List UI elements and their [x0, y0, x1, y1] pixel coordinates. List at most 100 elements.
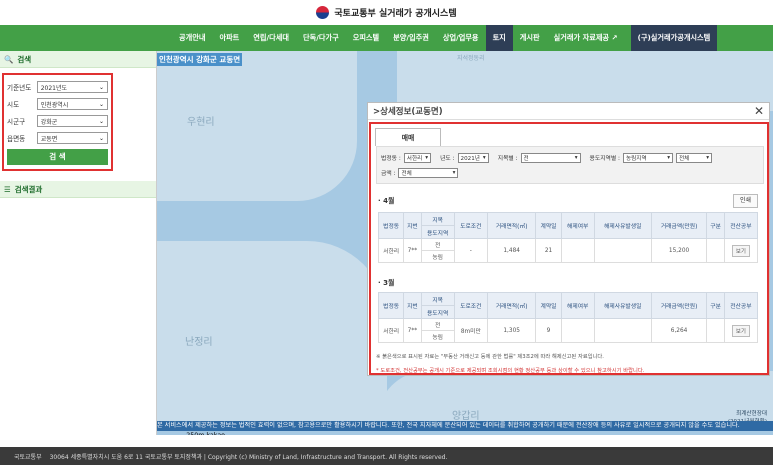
cell-jibun: 7**: [403, 318, 422, 343]
col-jibun: 지번: [403, 292, 422, 319]
field-county: 시군구 강화군 ⌄: [7, 113, 108, 129]
cell-jimok: 전: [420, 238, 455, 251]
results-panel-header: ☰ 검색결과: [0, 181, 156, 198]
filter-use-sub-select[interactable]: 전체 ▾: [676, 152, 712, 163]
cell-sign: 보기: [723, 238, 759, 263]
tab-sale[interactable]: 매매: [375, 128, 441, 146]
col-sign: 전산공부: [723, 212, 759, 239]
filter-value: 서한리: [406, 155, 423, 162]
col-day: 계약일: [535, 212, 562, 239]
credit-line: 최계산현장대: [736, 411, 767, 417]
cell-type: [706, 318, 725, 343]
filter-price-label: 금액 :: [381, 171, 396, 177]
cell-day: 21: [535, 238, 562, 263]
town-select[interactable]: 교동면 ⌄: [36, 132, 108, 144]
nav-item-apartment[interactable]: 아파트: [212, 25, 246, 51]
province-value: 인천광역시: [40, 101, 69, 109]
nav-item-multi-house[interactable]: 연립/다세대: [246, 25, 296, 51]
nav-item-commercial[interactable]: 상업/업무용: [436, 25, 486, 51]
footer-org: 국토교통부: [14, 453, 42, 461]
search-panel-header: 🔍 검색: [0, 51, 156, 68]
cell-road: 8m미만: [453, 318, 488, 343]
col-cancel-date: 해제사유발생일: [593, 292, 652, 319]
cell-dong: 서한리: [377, 318, 405, 343]
filter-year-select[interactable]: 2021년 ▾: [457, 152, 489, 163]
cell-cancel: [560, 238, 595, 263]
search-icon: 🔍: [4, 54, 14, 64]
cell-road: -: [453, 238, 488, 263]
filter-jimok-label: 지목별 :: [497, 156, 518, 162]
close-icon[interactable]: ✕: [754, 104, 764, 118]
filter-row: 금액 : 전체 ▾: [381, 165, 759, 180]
cell-price: 6,264: [650, 318, 708, 343]
province-select[interactable]: 인천광역시 ⌄: [36, 98, 108, 110]
view-button[interactable]: 보기: [731, 244, 750, 257]
year-value: 2021년도: [40, 84, 67, 92]
field-town: 읍면동 교동면 ⌄: [7, 130, 108, 146]
col-jibun: 지번: [403, 212, 422, 239]
table-row: 서한리 7** 전 8m미만 1,305 9 6,264 보기: [377, 318, 759, 343]
map-brand: kakao: [206, 432, 225, 435]
cell-sign: 보기: [723, 318, 759, 343]
filter-jimok-select[interactable]: 전 ▾: [520, 152, 581, 163]
main-nav: 공개안내 아파트 연립/다세대 단독/다가구 오피스텔 분양/입주권 상업/업무…: [0, 25, 773, 51]
chevron-down-icon: ⌄: [98, 100, 104, 108]
filter-use-select[interactable]: 농림지역 ▾: [623, 152, 673, 163]
year-label: 기준년도: [7, 84, 32, 92]
nav-item-detached[interactable]: 단독/다가구: [296, 25, 346, 51]
county-label: 시군구: [7, 118, 26, 126]
nav-item-board[interactable]: 게시판: [513, 25, 547, 51]
col-road: 도로조건: [453, 212, 488, 239]
region-label: 인천광역시 강화군 교동면: [157, 53, 243, 66]
map-place-label: 지석정동리: [457, 55, 485, 62]
popup-title: >상세정보(교동면): [373, 107, 443, 117]
chevron-down-icon: ⌄: [98, 134, 104, 142]
map-land: [377, 371, 773, 421]
col-use: 용도지역: [420, 225, 455, 239]
col-cancel-date: 해제사유발생일: [593, 212, 652, 239]
cell-dong: 서한리: [377, 238, 405, 263]
col-sign: 전산공부: [723, 292, 759, 319]
col-road: 도로조건: [453, 292, 488, 319]
col-area: 거래면적(㎡): [486, 212, 537, 239]
county-value: 강화군: [40, 118, 58, 126]
results-panel-title: 검색결과: [14, 184, 43, 194]
filter-value: 전: [523, 155, 529, 162]
county-select[interactable]: 강화군 ⌄: [36, 115, 108, 127]
list-icon: ☰: [4, 184, 11, 194]
print-button[interactable]: 인쇄: [733, 194, 758, 208]
cell-use: 농림: [420, 250, 455, 263]
filter-dong-select[interactable]: 서한리 ▾: [403, 152, 432, 163]
filter-price-select[interactable]: 전체 ▾: [398, 167, 459, 178]
cell-area: 1,484: [486, 238, 537, 263]
site-title[interactable]: 국토교통부 실거래가 공개시스템: [334, 6, 456, 19]
nav-item-officetel[interactable]: 오피스텔: [346, 25, 386, 51]
filter-use-label: 용도지역별 :: [589, 156, 620, 162]
popup-title-text: 상세정보(교동면): [380, 107, 443, 117]
cell-jimok: 전: [420, 318, 455, 331]
chevron-down-icon: ⌄: [98, 83, 104, 91]
col-use: 용도지역: [420, 305, 455, 319]
map-land: [157, 241, 387, 421]
nav-item-info[interactable]: 공개안내: [172, 25, 212, 51]
nav-item-legacy-system[interactable]: (구)실거래가공개시스템: [630, 25, 718, 51]
col-day: 계약일: [535, 292, 562, 319]
field-province: 시도 인천광역시 ⌄: [7, 96, 108, 112]
province-label: 시도: [7, 101, 20, 109]
cell-cancel-date: [593, 238, 652, 263]
view-button[interactable]: 보기: [731, 324, 750, 337]
note-road-condition: * 도로조건, 전산공부는 공개시 기준으로 제공되며 조회시점의 현황 정산공…: [376, 368, 645, 374]
search-button[interactable]: 검 색: [7, 149, 108, 165]
map-scale: ▁▁▁▁▁ 250m kakao: [160, 432, 225, 435]
nav-item-data-provision[interactable]: 실거래가 자료제공 ↗: [547, 25, 625, 51]
trade-table: 법정동 지번 지목 도로조건 거래면적(㎡) 계약일 해제여부 해제사유발생일 …: [377, 292, 759, 343]
nav-item-land[interactable]: 토지: [485, 25, 513, 51]
year-select[interactable]: 2021년도 ⌄: [36, 81, 108, 93]
filter-value: 농림지역: [626, 155, 647, 162]
nav-item-presale[interactable]: 분양/입주권: [386, 25, 436, 51]
sidebar: 🔍 검색 기준년도 2021년도 ⌄ 시도 인천광역시 ⌄ 시군구 강화군 ⌄ 읍면동…: [0, 51, 157, 435]
footer-text: 30064 세종특별자치시 도움 6로 11 국토교통부 토지정책과 | Cop…: [49, 453, 448, 461]
popup-body: 매매 법정동 : 서한리 ▾ 년도 : 2021년 ▾ 지목별 : 전 ▾ 용도지역별…: [369, 122, 769, 375]
filter-panel: 법정동 : 서한리 ▾ 년도 : 2021년 ▾ 지목별 : 전 ▾ 용도지역별 : …: [376, 146, 764, 184]
col-price: 거래금액(만원): [650, 292, 708, 319]
